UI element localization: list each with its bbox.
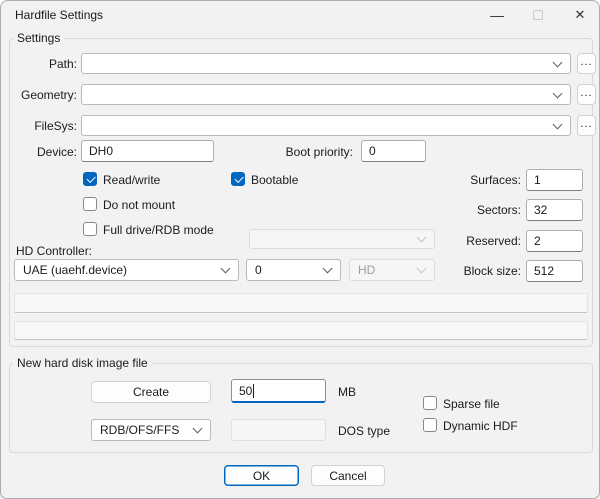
cancel-button-label: Cancel bbox=[329, 469, 366, 483]
close-icon: ✕ bbox=[575, 7, 586, 23]
chevron-down-icon bbox=[553, 119, 563, 129]
boot-priority-label: Boot priority: bbox=[251, 145, 353, 159]
bootable-label: Bootable bbox=[251, 173, 298, 187]
hardfile-info-bar-2 bbox=[14, 321, 588, 340]
filesystem-combobox[interactable]: RDB/OFS/FFS bbox=[91, 419, 211, 441]
hd-controller-label: HD Controller: bbox=[16, 244, 92, 258]
maximize-button bbox=[522, 1, 554, 29]
reserved-input[interactable]: 2 bbox=[526, 230, 583, 252]
chevron-down-icon bbox=[323, 264, 333, 274]
boot-priority-input[interactable]: 0 bbox=[361, 140, 426, 162]
hd-controller-combobox[interactable]: UAE (uaehf.device) bbox=[14, 259, 239, 281]
geometry-label: Geometry: bbox=[19, 88, 77, 102]
bootable-checkbox[interactable] bbox=[231, 172, 245, 186]
device-value: DH0 bbox=[89, 144, 113, 158]
new-file-group-label: New hard disk image file bbox=[13, 356, 152, 370]
ellipsis-icon: ... bbox=[580, 118, 592, 130]
minimize-icon: — bbox=[490, 7, 504, 23]
size-input[interactable]: 50 bbox=[231, 379, 326, 403]
geometry-browse-button[interactable]: ... bbox=[577, 84, 596, 105]
create-button-label: Create bbox=[133, 385, 169, 399]
sectors-input[interactable]: 32 bbox=[526, 199, 583, 221]
reserved-value: 2 bbox=[534, 234, 541, 248]
ok-button-label: OK bbox=[253, 469, 270, 483]
block-size-value: 512 bbox=[534, 264, 554, 278]
controller-type-value: HD bbox=[358, 263, 375, 277]
chevron-down-icon bbox=[193, 424, 203, 434]
controller-type-combobox: HD bbox=[349, 259, 435, 281]
text-caret bbox=[253, 384, 254, 398]
path-label: Path: bbox=[19, 57, 77, 71]
ok-button[interactable]: OK bbox=[224, 465, 299, 486]
ellipsis-icon: ... bbox=[580, 56, 592, 68]
sparse-file-checkbox[interactable] bbox=[423, 396, 437, 410]
controller-unit-combobox[interactable]: 0 bbox=[246, 259, 341, 281]
dynamic-hdf-label: Dynamic HDF bbox=[443, 419, 518, 433]
chevron-down-icon bbox=[417, 233, 427, 243]
settings-group-label: Settings bbox=[13, 31, 64, 45]
minimize-button[interactable]: — bbox=[481, 1, 513, 29]
dos-type-input bbox=[231, 419, 326, 441]
geometry-combobox[interactable] bbox=[81, 84, 571, 105]
controller-unit-value: 0 bbox=[255, 263, 262, 277]
chevron-down-icon bbox=[553, 88, 563, 98]
device-label: Device: bbox=[19, 145, 77, 159]
sectors-label: Sectors: bbox=[411, 203, 521, 217]
filesys-combobox[interactable] bbox=[81, 115, 571, 136]
hardfile-settings-dialog: Hardfile Settings — ✕ Settings Path: ...… bbox=[0, 0, 600, 499]
do-not-mount-checkbox[interactable] bbox=[83, 197, 97, 211]
chevron-down-icon bbox=[553, 57, 563, 67]
path-combobox[interactable] bbox=[81, 53, 571, 74]
do-not-mount-label: Do not mount bbox=[103, 198, 175, 212]
dynamic-hdf-checkbox[interactable] bbox=[423, 418, 437, 432]
rdb-dostype-combobox bbox=[249, 229, 435, 249]
sectors-value: 32 bbox=[534, 203, 547, 217]
device-input[interactable]: DH0 bbox=[81, 140, 214, 162]
cancel-button[interactable]: Cancel bbox=[311, 465, 385, 486]
chevron-down-icon bbox=[417, 264, 427, 274]
filesys-browse-button[interactable]: ... bbox=[577, 115, 596, 136]
dos-type-label: DOS type bbox=[338, 424, 390, 438]
boot-priority-value: 0 bbox=[369, 144, 376, 158]
filesystem-value: RDB/OFS/FFS bbox=[100, 423, 179, 437]
surfaces-value: 1 bbox=[534, 173, 541, 187]
close-button[interactable]: ✕ bbox=[563, 1, 597, 29]
read-write-checkbox[interactable] bbox=[83, 172, 97, 186]
surfaces-input[interactable]: 1 bbox=[526, 169, 583, 191]
read-write-label: Read/write bbox=[103, 173, 160, 187]
titlebar: Hardfile Settings — ✕ bbox=[1, 1, 599, 29]
path-browse-button[interactable]: ... bbox=[577, 53, 596, 74]
filesys-label: FileSys: bbox=[19, 119, 77, 133]
ellipsis-icon: ... bbox=[580, 87, 592, 99]
chevron-down-icon bbox=[221, 264, 231, 274]
block-size-input[interactable]: 512 bbox=[526, 260, 583, 282]
surfaces-label: Surfaces: bbox=[411, 173, 521, 187]
size-value: 50 bbox=[239, 384, 252, 398]
size-unit-label: MB bbox=[338, 385, 356, 399]
hardfile-info-bar-1 bbox=[14, 293, 588, 313]
maximize-icon bbox=[533, 10, 543, 20]
full-drive-rdb-checkbox[interactable] bbox=[83, 222, 97, 236]
hd-controller-value: UAE (uaehf.device) bbox=[23, 263, 127, 277]
create-button[interactable]: Create bbox=[91, 381, 211, 403]
window-title: Hardfile Settings bbox=[15, 8, 103, 22]
sparse-file-label: Sparse file bbox=[443, 397, 500, 411]
full-drive-rdb-label: Full drive/RDB mode bbox=[103, 223, 214, 237]
